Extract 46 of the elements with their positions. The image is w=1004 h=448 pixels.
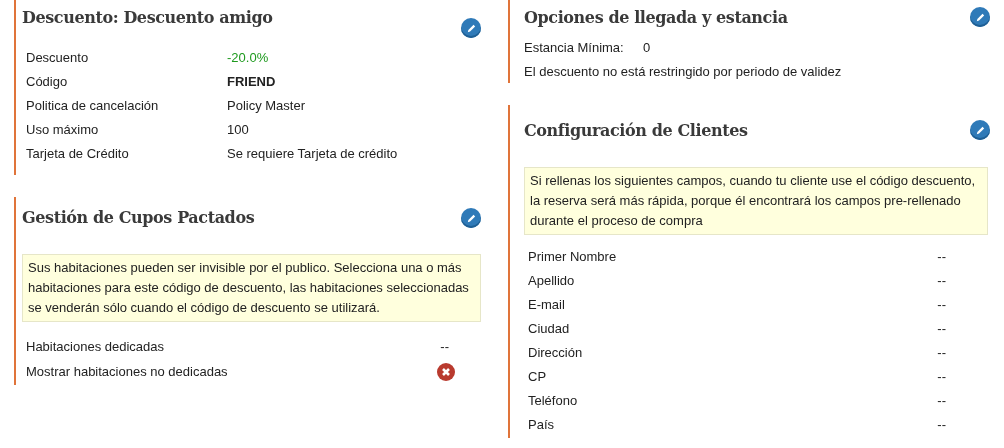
field-label: País: [528, 416, 554, 435]
field-label: Descuento: [26, 49, 90, 68]
field-value: --: [937, 368, 946, 387]
edit-button[interactable]: [461, 208, 481, 228]
field-value: Policy Master: [227, 97, 306, 116]
field-value: 100: [227, 121, 249, 140]
field-label: Mostrar habitaciones no dedicadas: [26, 362, 228, 381]
field-label: Tarjeta de Crédito: [26, 145, 130, 164]
pencil-icon: [465, 22, 477, 34]
section-title: Gestión de Cupos Pactados: [22, 207, 255, 229]
field-value: --: [440, 337, 450, 356]
field-label: Habitaciones dedicadas: [26, 337, 165, 356]
field-label: Teléfono: [528, 392, 578, 411]
field-label: Uso máximo: [26, 121, 100, 140]
field-label: Ciudad: [528, 320, 570, 339]
field-label: Estancia Mínima:: [524, 39, 625, 58]
validity-text: El descuento no está restringido por periodo de validez: [524, 63, 843, 81]
field-label: CP: [528, 368, 547, 387]
edit-button[interactable]: [970, 120, 990, 140]
field-value: -20.0%: [227, 49, 269, 68]
edit-button[interactable]: [461, 18, 481, 38]
field-value: --: [937, 392, 946, 411]
field-label: Apellido: [528, 272, 575, 291]
field-value: --: [937, 320, 946, 339]
edit-button[interactable]: [970, 7, 990, 27]
section-title: Descuento: Descuento amigo: [22, 7, 273, 29]
pencil-icon: [974, 124, 986, 136]
field-value: --: [937, 344, 946, 363]
info-note: Si rellenas los siguientes campos, cuando tu cliente use el código descuento, la reserva será más rápida, porque él encontrará los campos pre-rellenado durante el proceso de compra: [524, 167, 988, 235]
section-title: Configuración de Clientes: [524, 120, 748, 142]
field-label: Dirección: [528, 344, 583, 363]
field-value: --: [937, 248, 946, 267]
field-label: Código: [26, 73, 69, 92]
field-label: Primer Nombre: [528, 248, 617, 267]
field-value: --: [937, 416, 946, 435]
info-note: Sus habitaciones pueden ser invisible por el publico. Selecciona una o más habitaciones para este código de descuento, las habitaciones seleccionadas se venderán sólo cuando el código de descuento se utilizará.: [22, 254, 481, 322]
field-value: --: [937, 272, 946, 291]
section-title: Opciones de llegada y estancia: [524, 7, 788, 29]
field-value: FRIEND: [227, 73, 276, 92]
field-label: E-mail: [528, 296, 565, 315]
field-value: Se requiere Tarjeta de crédito: [227, 145, 398, 164]
field-label: Politica de cancelación: [26, 97, 160, 116]
field-value: 0: [643, 39, 651, 58]
pencil-icon: [465, 212, 477, 224]
pencil-icon: [974, 11, 986, 23]
field-value: --: [937, 296, 946, 315]
